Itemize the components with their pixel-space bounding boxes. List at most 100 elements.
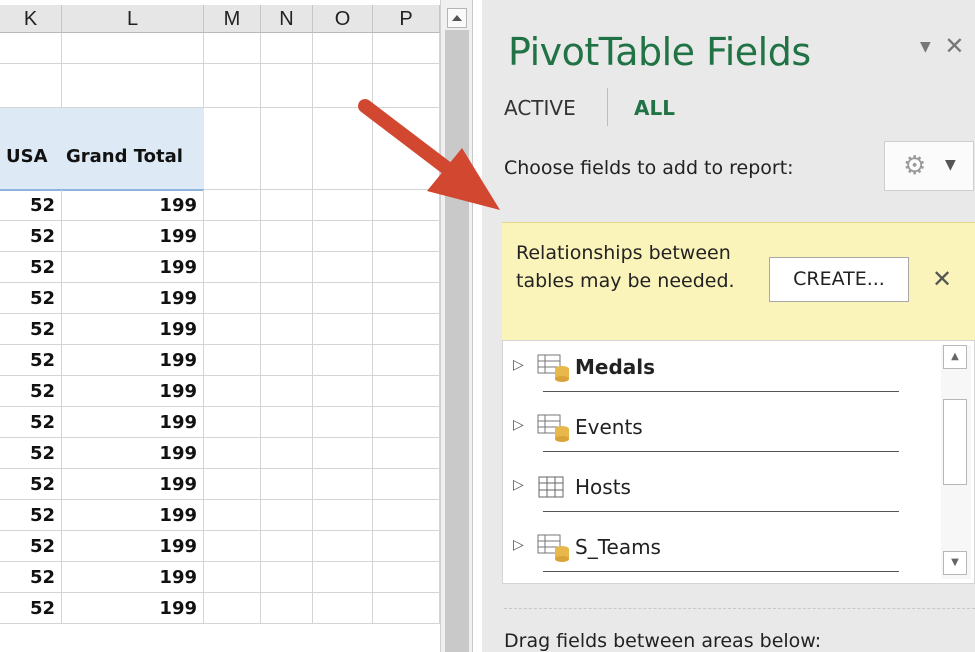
cell[interactable] [204,469,261,500]
cell[interactable] [373,407,440,438]
cell-grand-total-value[interactable]: 199 [62,593,204,624]
cell[interactable] [373,108,440,190]
cell[interactable] [313,593,373,624]
cell-usa-value[interactable]: 52 [0,283,62,314]
cell-grand-total-value[interactable]: 199 [62,407,204,438]
cell[interactable] [261,562,313,593]
scroll-up-button[interactable] [447,8,467,28]
cell[interactable] [204,593,261,624]
cell[interactable] [261,283,313,314]
cell[interactable] [62,64,204,108]
cell[interactable] [261,593,313,624]
cell[interactable] [261,438,313,469]
cell[interactable] [313,500,373,531]
scroll-up-button[interactable]: ▲ [943,345,967,369]
table-item-medals[interactable]: ▷ Medals [513,343,933,403]
cell[interactable] [261,190,313,221]
cell[interactable] [204,190,261,221]
cell[interactable] [204,562,261,593]
cell[interactable] [204,407,261,438]
cell[interactable] [373,562,440,593]
cell[interactable] [261,33,313,64]
cell[interactable] [0,64,62,108]
tab-all[interactable]: ALL [634,96,675,120]
table-item-hosts[interactable]: ▷ Hosts [513,463,933,523]
cell[interactable] [313,562,373,593]
cell-grand-total-value[interactable]: 199 [62,252,204,283]
field-list-settings-button[interactable]: ⚙ ▼ [884,141,974,191]
cell[interactable] [313,252,373,283]
cell[interactable] [313,33,373,64]
cell-usa-value[interactable]: 52 [0,593,62,624]
cell[interactable] [204,500,261,531]
cell[interactable] [261,345,313,376]
cell-grand-total-value[interactable]: 199 [62,283,204,314]
cell[interactable] [261,376,313,407]
column-header-k[interactable]: K [0,5,62,33]
cell-usa-value[interactable]: 52 [0,407,62,438]
chevron-down-icon[interactable]: ▼ [920,39,931,55]
cell[interactable] [373,593,440,624]
cell-usa-value[interactable]: 52 [0,252,62,283]
cell[interactable] [313,438,373,469]
cell[interactable] [313,283,373,314]
cell[interactable] [313,108,373,190]
cell[interactable] [373,64,440,108]
cell[interactable] [313,314,373,345]
cell[interactable] [204,283,261,314]
scroll-down-button[interactable]: ▼ [943,551,967,575]
cell-grand-total-value[interactable]: 199 [62,531,204,562]
close-icon[interactable]: ✕ [932,265,952,293]
cell-usa-value[interactable]: 52 [0,314,62,345]
cell-grand-total-value[interactable]: 199 [62,314,204,345]
expand-triangle-icon[interactable]: ▷ [513,537,524,553]
cell-grand-total-value[interactable]: 199 [62,469,204,500]
spreadsheet-grid[interactable]: K L M N O P USA Grand Total 52 199 52 199 52… [0,5,440,652]
cell-usa-value[interactable]: 52 [0,469,62,500]
expand-triangle-icon[interactable]: ▷ [513,357,524,373]
column-header-n[interactable]: N [261,5,313,33]
cell[interactable] [261,64,313,108]
sheet-vertical-scrollbar[interactable] [440,0,473,652]
cell[interactable] [261,314,313,345]
column-header-m[interactable]: M [204,5,261,33]
cell[interactable] [313,64,373,108]
cell[interactable] [204,438,261,469]
cell[interactable] [204,376,261,407]
cell[interactable] [373,190,440,221]
column-header-o[interactable]: O [313,5,373,33]
cell[interactable] [261,252,313,283]
cell[interactable] [261,531,313,562]
cell[interactable] [204,314,261,345]
cell[interactable] [373,438,440,469]
cell[interactable] [204,33,261,64]
cell[interactable] [313,469,373,500]
cell-grand-total-value[interactable]: 199 [62,438,204,469]
cell-usa-value[interactable]: 52 [0,531,62,562]
cell[interactable] [373,376,440,407]
cell-grand-total-value[interactable]: 199 [62,221,204,252]
cell[interactable] [373,221,440,252]
cell[interactable] [373,314,440,345]
column-header-l[interactable]: L [62,5,204,33]
close-icon[interactable]: ✕ [944,32,964,60]
scrollbar-thumb[interactable] [943,399,967,485]
cell[interactable] [204,64,261,108]
cell[interactable] [261,500,313,531]
cell-usa-value[interactable]: 52 [0,221,62,252]
cell[interactable] [261,407,313,438]
cell[interactable] [204,345,261,376]
cell[interactable] [261,108,313,190]
cell[interactable] [62,33,204,64]
cell[interactable] [373,33,440,64]
cell-grand-total-value[interactable]: 199 [62,562,204,593]
expand-triangle-icon[interactable]: ▷ [513,477,524,493]
cell[interactable] [204,221,261,252]
cell[interactable] [204,252,261,283]
cell[interactable] [373,252,440,283]
tab-active[interactable]: ACTIVE [504,96,576,120]
table-item-events[interactable]: ▷ Events [513,403,933,463]
column-header-p[interactable]: P [373,5,440,33]
pivot-column-label-grand-total[interactable]: Grand Total [66,146,183,167]
cell[interactable] [373,469,440,500]
